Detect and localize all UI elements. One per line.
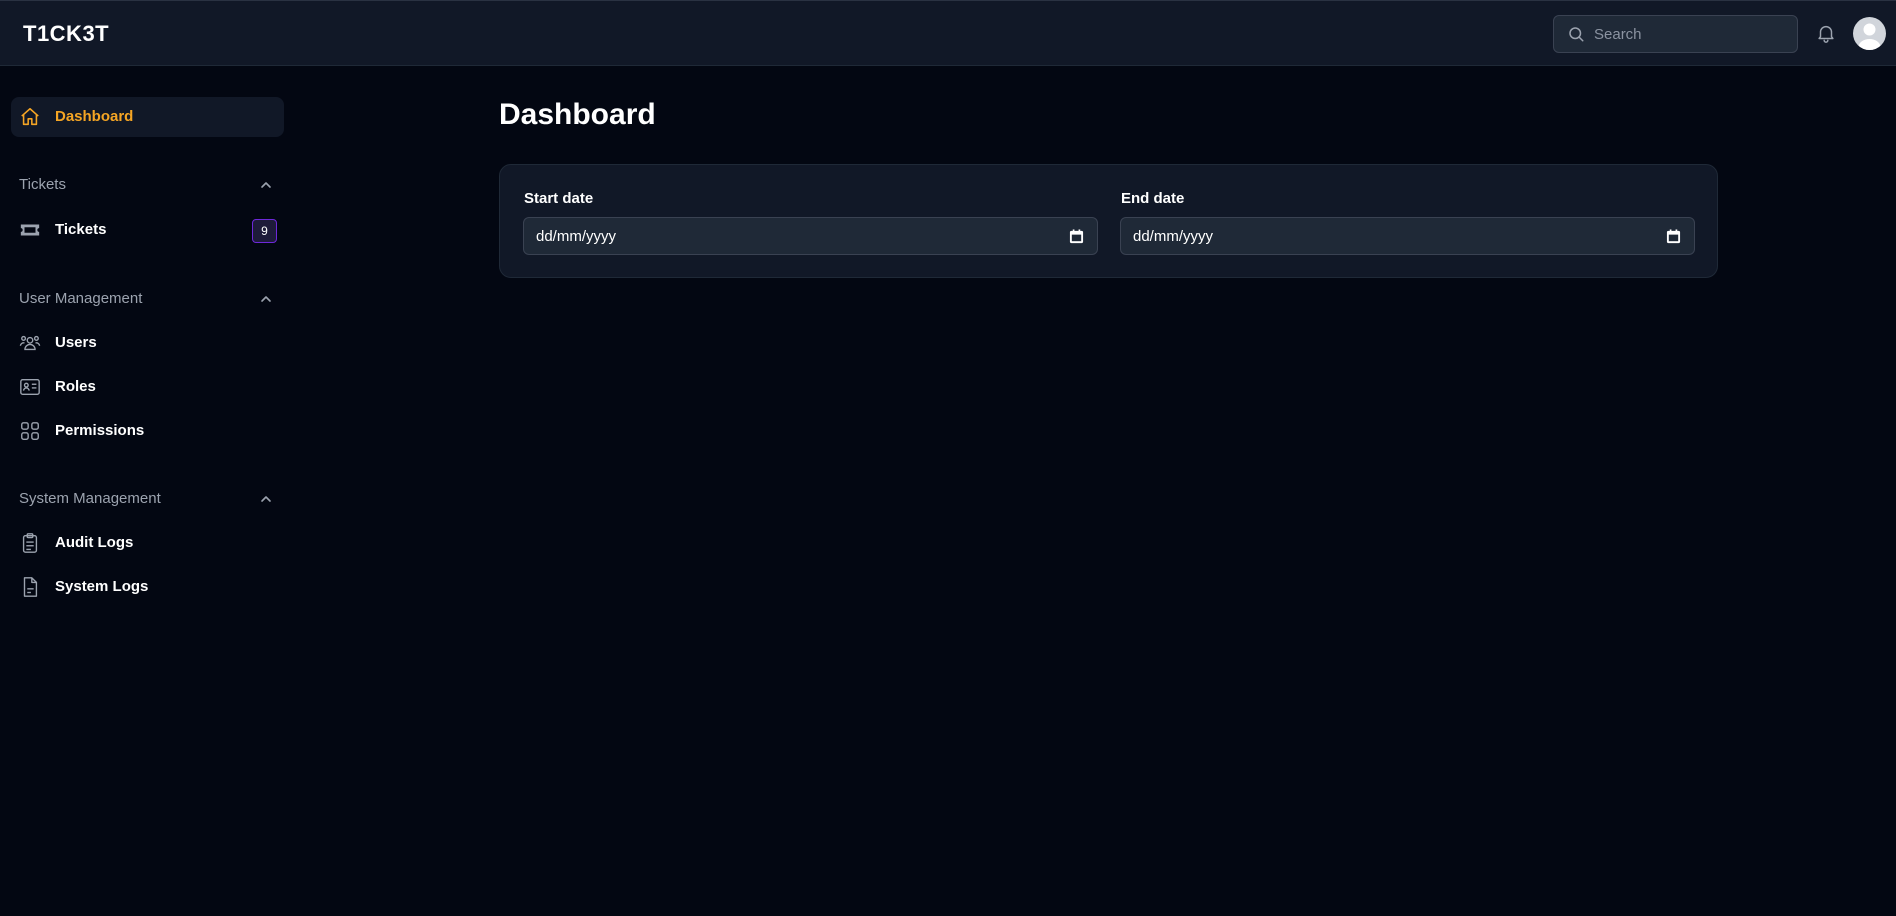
start-date-value: dd/mm/yyyy: [536, 228, 617, 245]
sidebar-item-system-logs[interactable]: System Logs: [11, 567, 284, 607]
section-title: User Management: [19, 290, 143, 307]
document-icon: [23, 577, 38, 597]
end-date-input[interactable]: dd/mm/yyyy: [1120, 217, 1695, 255]
ticket-icon: [20, 224, 40, 236]
sidebar-item-permissions[interactable]: Permissions: [11, 411, 284, 451]
sidebar-item-label: System Logs: [55, 578, 149, 595]
chevron-up-icon: [261, 496, 271, 502]
search-input[interactable]: [1594, 16, 1789, 52]
start-date-input[interactable]: dd/mm/yyyy: [523, 217, 1098, 255]
sidebar-item-label: Tickets: [55, 221, 107, 238]
section-header-system-management[interactable]: System Management: [19, 487, 275, 511]
page-title: Dashboard: [499, 98, 656, 131]
start-date-label: Start date: [524, 190, 594, 207]
sidebar-item-label: Dashboard: [55, 108, 134, 125]
calendar-icon[interactable]: [1666, 229, 1681, 244]
users-icon: [19, 335, 41, 351]
end-date-label: End date: [1121, 190, 1185, 207]
search-icon: [1569, 27, 1584, 42]
search-box[interactable]: [1553, 15, 1798, 53]
section-title: System Management: [19, 490, 161, 507]
ticket-count-badge: 9: [252, 219, 277, 243]
chevron-up-icon: [261, 296, 271, 302]
top-bar: T1CK3T: [0, 0, 1896, 66]
user-avatar[interactable]: [1853, 17, 1886, 50]
bell-icon[interactable]: [1815, 22, 1837, 44]
id-card-icon: [20, 378, 40, 396]
clipboard-icon: [22, 533, 38, 553]
sidebar-item-audit-logs[interactable]: Audit Logs: [11, 523, 284, 563]
calendar-icon[interactable]: [1069, 229, 1084, 244]
sidebar-item-label: Audit Logs: [55, 534, 134, 551]
section-header-user-management[interactable]: User Management: [19, 287, 275, 311]
sidebar-item-label: Permissions: [55, 422, 145, 439]
sidebar-item-roles[interactable]: Roles: [11, 367, 284, 407]
sidebar-item-tickets[interactable]: Tickets 9: [11, 210, 284, 250]
sidebar: Dashboard Tickets Tickets 9 User Managem…: [0, 66, 290, 916]
sidebar-item-dashboard[interactable]: Dashboard: [11, 97, 284, 137]
end-date-value: dd/mm/yyyy: [1133, 228, 1214, 245]
section-header-tickets[interactable]: Tickets: [19, 173, 275, 197]
grid-icon: [21, 422, 39, 440]
avatar-icon: [1858, 23, 1881, 50]
sidebar-item-label: Roles: [55, 378, 96, 395]
sidebar-item-users[interactable]: Users: [11, 323, 284, 363]
brand-logo[interactable]: T1CK3T: [23, 21, 109, 47]
sidebar-item-label: Users: [55, 334, 97, 351]
home-icon: [21, 107, 39, 126]
chevron-up-icon: [261, 182, 271, 188]
date-filter-card: Start date dd/mm/yyyy End date dd/mm/yyy…: [499, 164, 1718, 278]
section-title: Tickets: [19, 176, 66, 193]
